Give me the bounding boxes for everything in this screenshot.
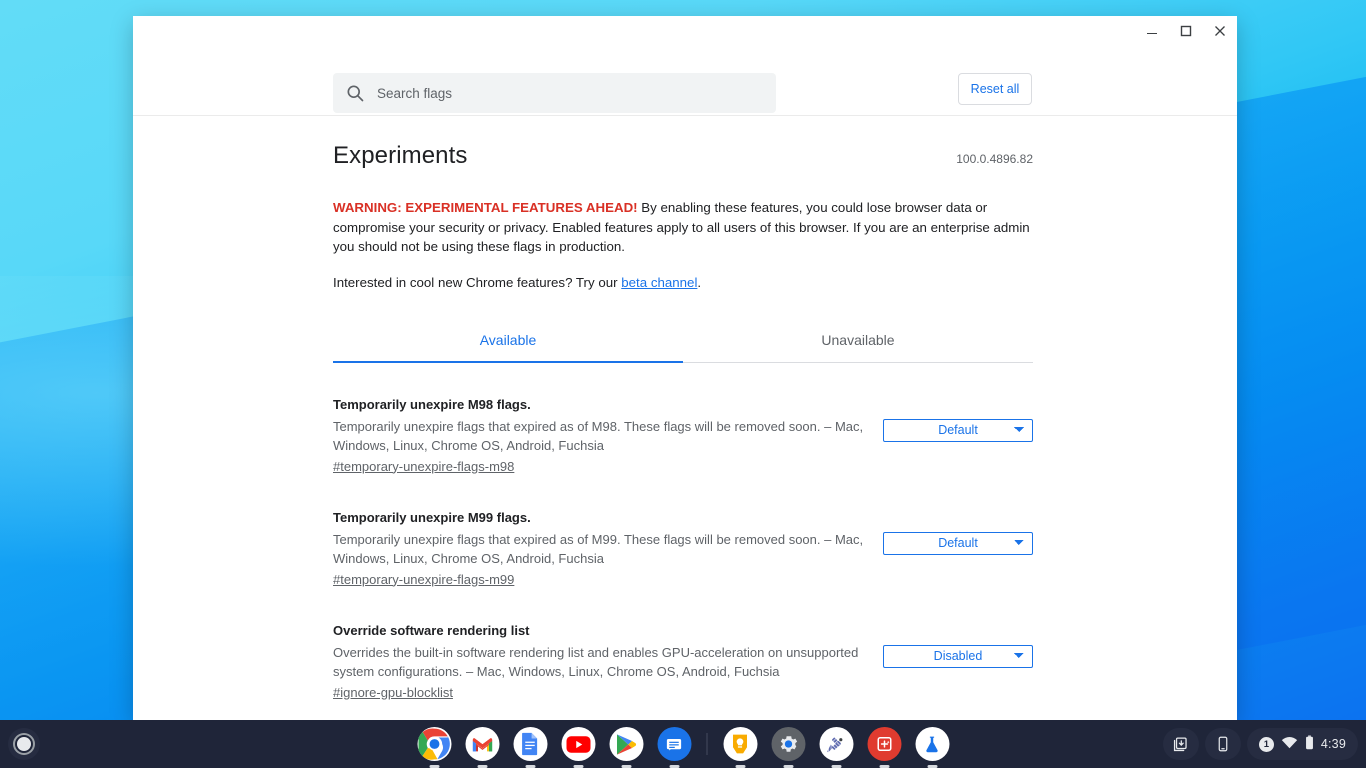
page-header: Experiments 100.0.4896.82 <box>333 116 1033 170</box>
flag-description: Temporarily unexpire flags that expired … <box>333 531 864 567</box>
beaker-icon <box>915 727 949 761</box>
flag-anchor-link[interactable]: #temporary-unexpire-flags-m98 <box>333 459 514 474</box>
settings-gear-icon <box>771 727 805 761</box>
beta-prefix: Interested in cool new Chrome features? … <box>333 274 622 290</box>
screen-capture-tray-icon[interactable] <box>1162 728 1199 760</box>
gmail-icon <box>465 727 499 761</box>
shelf-divider <box>706 733 708 755</box>
running-indicator <box>783 765 793 768</box>
version-label: 100.0.4896.82 <box>956 152 1033 166</box>
shelf-apps <box>415 725 952 768</box>
notification-count-badge: 1 <box>1258 736 1274 752</box>
flag-title: Temporarily unexpire M98 flags. <box>333 396 531 412</box>
shelf-item-youtube[interactable] <box>559 725 598 768</box>
beta-channel-link[interactable]: beta channel <box>621 275 697 290</box>
flag-state-select[interactable]: Disabled <box>883 644 1033 668</box>
flags-tabs: Available Unavailable <box>333 320 1033 363</box>
tab-available[interactable]: Available <box>333 320 683 362</box>
running-indicator <box>525 765 535 768</box>
system-tray: 1 4:39 <box>1162 728 1358 760</box>
flag-state-select[interactable]: Default <box>883 418 1033 442</box>
warning-headline: WARNING: EXPERIMENTAL FEATURES AHEAD! <box>333 200 638 215</box>
flag-title: Temporarily unexpire M99 flags. <box>333 509 531 525</box>
flag-row: Temporarily unexpire M98 flags. Temporar… <box>333 381 1033 494</box>
screen-capture-icon <box>867 727 901 761</box>
running-indicator <box>879 765 889 768</box>
window-titlebar <box>133 16 1237 46</box>
running-indicator <box>831 765 841 768</box>
running-indicator <box>669 765 679 768</box>
running-indicator <box>477 765 487 768</box>
tab-active-indicator <box>333 360 683 363</box>
window-controls <box>1135 16 1237 46</box>
close-icon[interactable] <box>1203 16 1237 46</box>
flag-description: Overrides the built-in software renderin… <box>333 644 859 680</box>
status-area[interactable]: 1 4:39 <box>1246 728 1358 760</box>
flag-row: Override software rendering list Overrid… <box>333 607 1033 720</box>
keep-icon <box>723 727 757 761</box>
shelf-item-chrome[interactable] <box>415 725 454 768</box>
beta-suffix: . <box>697 274 702 290</box>
shelf-item-settings[interactable] <box>769 725 808 768</box>
shelf-item-explore[interactable] <box>817 725 856 768</box>
docs-icon <box>513 727 547 761</box>
running-indicator <box>573 765 583 768</box>
minimize-icon[interactable] <box>1135 16 1169 46</box>
flag-anchor-link[interactable]: #temporary-unexpire-flags-m99 <box>333 572 514 587</box>
messages-icon <box>657 727 691 761</box>
shelf-item-gmail[interactable] <box>463 725 502 768</box>
running-indicator <box>927 765 937 768</box>
flag-row: Temporarily unexpire M99 flags. Temporar… <box>333 494 1033 607</box>
search-icon <box>345 83 365 103</box>
flag-state-select[interactable]: Default <box>883 531 1033 555</box>
flag-anchor-link[interactable]: #ignore-gpu-blocklist <box>333 685 453 700</box>
beta-channel-line: Interested in cool new Chrome features? … <box>333 275 1033 290</box>
reset-all-button[interactable]: Reset all <box>958 73 1032 105</box>
tab-unavailable[interactable]: Unavailable <box>683 320 1033 362</box>
phone-icon[interactable] <box>1204 728 1241 760</box>
play-store-icon <box>609 727 643 761</box>
clock: 4:39 <box>1320 737 1346 751</box>
youtube-icon <box>561 727 595 761</box>
browser-window: Reset all Experiments 100.0.4896.82 WARN… <box>133 16 1237 720</box>
running-indicator <box>429 765 439 768</box>
battery-icon <box>1305 735 1314 753</box>
shelf-item-docs[interactable] <box>511 725 550 768</box>
launcher-icon[interactable] <box>8 728 40 760</box>
shelf-item-play-store[interactable] <box>607 725 646 768</box>
page-title: Experiments <box>333 142 468 169</box>
explore-icon <box>819 727 853 761</box>
launcher-dot <box>17 737 31 751</box>
flags-content: Experiments 100.0.4896.82 WARNING: EXPER… <box>133 116 1237 719</box>
chrome-icon <box>417 727 451 761</box>
shelf-item-beaker[interactable] <box>913 725 952 768</box>
flag-description: Temporarily unexpire flags that expired … <box>333 418 864 454</box>
flags-list: Temporarily unexpire M98 flags. Temporar… <box>333 363 1033 720</box>
search-input[interactable] <box>377 74 764 112</box>
shelf-item-messages[interactable] <box>655 725 694 768</box>
running-indicator <box>621 765 631 768</box>
shelf-item-keep[interactable] <box>721 725 760 768</box>
warning-paragraph: WARNING: EXPERIMENTAL FEATURES AHEAD! By… <box>333 198 1033 257</box>
running-indicator <box>735 765 745 768</box>
desktop: Reset all Experiments 100.0.4896.82 WARN… <box>0 0 1366 768</box>
wifi-icon <box>1281 736 1298 752</box>
shelf: 1 4:39 <box>0 720 1366 768</box>
maximize-icon[interactable] <box>1169 16 1203 46</box>
search-box[interactable] <box>333 73 776 113</box>
flags-toolbar: Reset all <box>133 46 1237 116</box>
shelf-item-screen-capture[interactable] <box>865 725 904 768</box>
flag-title: Override software rendering list <box>333 622 530 638</box>
